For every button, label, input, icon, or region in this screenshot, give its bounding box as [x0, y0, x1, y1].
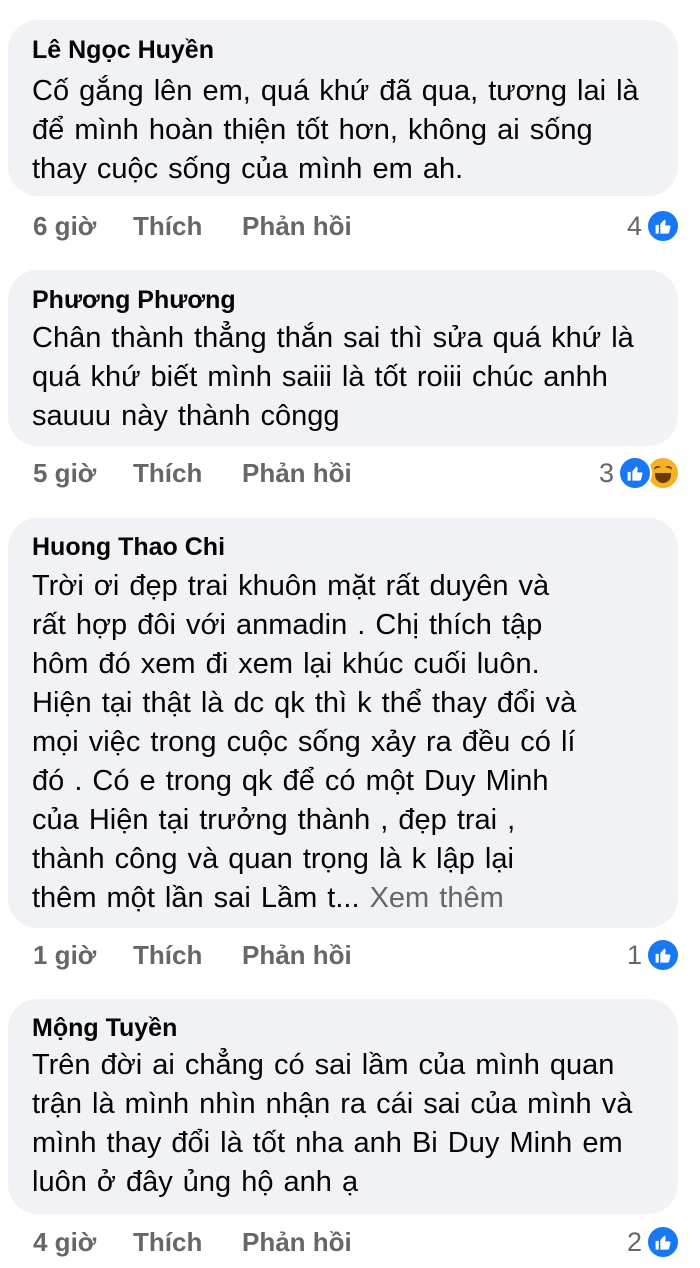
comment-text-line: Cố gắng lên em, quá khứ đã qua, tương la…: [32, 75, 639, 107]
reaction-summary[interactable]: 1: [627, 936, 680, 974]
like-icon: [646, 1225, 680, 1259]
comment-text: Chân thành thẳng thắn sai thì sửa quá kh…: [32, 319, 667, 436]
reaction-summary[interactable]: 3: [599, 454, 680, 492]
comment-text-line: Hiện tại thật là dc qk thì k thể thay đổ…: [32, 687, 577, 719]
like-icon: [646, 938, 680, 972]
comment-text-line: để mình hoàn thiện tốt hơn, không ai sốn…: [32, 114, 593, 146]
comment-text-line: Trên đời ai chẳng có sai lầm của mình qu…: [32, 1049, 615, 1081]
comment-text-line: quá khứ biết mình saiii là tốt roiii chú…: [32, 361, 608, 393]
like-button[interactable]: Thích: [133, 458, 202, 489]
comment-text: Trên đời ai chẳng có sai lầm của mình qu…: [32, 1046, 667, 1202]
comment-text: Cố gắng lên em, quá khứ đã qua, tương la…: [32, 72, 667, 189]
comment-timestamp[interactable]: 6 giờ: [33, 211, 96, 242]
comment-text-line: rất hợp đôi với anmadin . Chị thích tập: [32, 609, 543, 641]
comment-text-line: mọi việc trong cuộc sống xảy ra đều có l…: [32, 726, 576, 758]
comment-text-line: đó . Có e trong qk để có một Duy Minh: [32, 765, 549, 797]
comment-timestamp[interactable]: 5 giờ: [33, 458, 96, 489]
reply-button[interactable]: Phản hồi: [242, 1227, 352, 1258]
comment-author[interactable]: Lê Ngọc Huyền: [32, 36, 214, 65]
comment-author[interactable]: Phương Phương: [32, 286, 236, 315]
reaction-count: 2: [626, 1226, 642, 1257]
see-more-link[interactable]: Xem thêm: [370, 882, 504, 914]
comment-timestamp[interactable]: 4 giờ: [33, 1227, 96, 1258]
comment-text-line: thay cuộc sống của mình em ah.: [32, 153, 464, 185]
reply-button[interactable]: Phản hồi: [242, 211, 352, 242]
comment-text-line: Trời ơi đẹp trai khuôn mặt rất duyên và: [32, 570, 550, 602]
comment-author[interactable]: Mộng Tuyền: [32, 1014, 177, 1043]
comment-text-line: luôn ở đây ủng hộ anh ạ: [32, 1166, 359, 1198]
comment-text-line: thêm một lần sai Lầm t... Xem thêm: [32, 879, 667, 918]
comment-text-line: của Hiện tại trưởng thành , đẹp trai ,: [32, 804, 516, 836]
comment-text-line: thành công và quan trọng là k lập lại: [32, 843, 514, 875]
reaction-count: 4: [626, 210, 642, 241]
comment-text-line: Chân thành thẳng thắn sai thì sửa quá kh…: [32, 322, 634, 354]
comment-text-line: mình thay đổi là tốt nha anh Bi Duy Minh…: [32, 1127, 623, 1159]
reaction-summary[interactable]: 2: [627, 1223, 680, 1261]
comment-text-line: sauuu này thành côngg: [32, 400, 340, 432]
comment-timestamp[interactable]: 1 giờ: [33, 940, 96, 971]
like-button[interactable]: Thích: [133, 940, 202, 971]
reply-button[interactable]: Phản hồi: [242, 458, 352, 489]
like-icon: [618, 456, 652, 490]
reaction-count: 1: [626, 939, 642, 970]
comment-text-line: hôm đó xem đi xem lại khúc cuối luôn.: [32, 648, 540, 680]
like-button[interactable]: Thích: [133, 211, 202, 242]
like-icon: [646, 209, 680, 243]
reaction-summary[interactable]: 4: [627, 207, 680, 245]
reaction-count: 3: [598, 457, 614, 488]
comment-text-fragment: thêm một lần sai Lầm t...: [32, 882, 360, 914]
comment-text-line: trận là mình nhìn nhận ra cái sai của mì…: [32, 1088, 633, 1120]
like-button[interactable]: Thích: [133, 1227, 202, 1258]
reply-button[interactable]: Phản hồi: [242, 940, 352, 971]
comment-text: Trời ơi đẹp trai khuôn mặt rất duyên và …: [32, 567, 667, 918]
comment-author[interactable]: Huong Thao Chi: [32, 533, 225, 562]
